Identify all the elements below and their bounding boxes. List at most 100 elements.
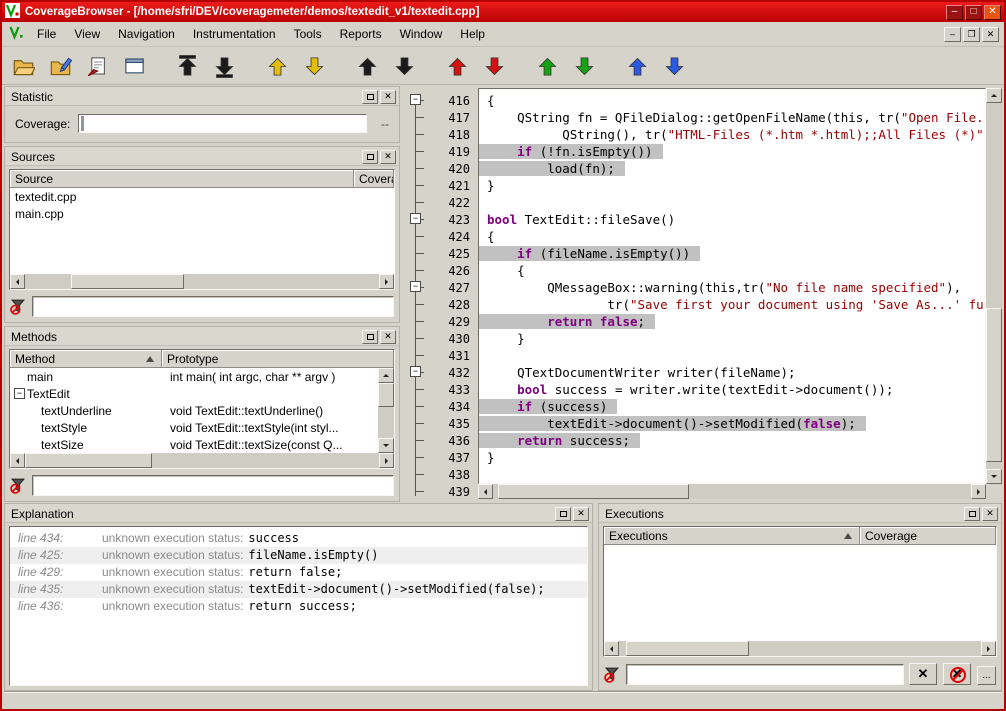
table-row[interactable]: textStylevoid TextEdit::textStyle(int st… <box>10 419 378 436</box>
explanation-dock-titlebar[interactable]: Explanation ✕ <box>5 504 592 523</box>
menu-view[interactable]: View <box>65 23 109 45</box>
column-header-method[interactable]: Method <box>10 350 162 368</box>
scroll-down-button[interactable] <box>986 469 1002 484</box>
methods-vscrollbar[interactable] <box>378 368 394 453</box>
table-row[interactable]: textUnderlinevoid TextEdit::textUnderlin… <box>10 402 378 419</box>
next-unexecuted-button[interactable] <box>479 51 509 81</box>
scroll-right-button[interactable] <box>379 274 394 289</box>
code-hscrollbar[interactable] <box>478 484 986 499</box>
scrollbar-track[interactable] <box>986 103 1002 469</box>
goto-last-button[interactable] <box>209 51 239 81</box>
code-line[interactable]: bool TextEdit::fileSave() <box>479 211 985 228</box>
dock-close-button[interactable]: ✕ <box>380 330 396 344</box>
code-line[interactable]: bool success = writer.write(textEdit->do… <box>479 381 985 398</box>
executions-hscrollbar[interactable] <box>604 641 996 656</box>
menu-window[interactable]: Window <box>391 23 452 45</box>
menu-reports[interactable]: Reports <box>331 23 391 45</box>
open-file-button[interactable] <box>8 51 38 81</box>
code-line[interactable]: QTextDocumentWriter writer(fileName); <box>479 364 985 381</box>
prev-unexecuted-button[interactable] <box>442 51 472 81</box>
scroll-right-button[interactable] <box>971 484 986 499</box>
table-row[interactable]: textSizevoid TextEdit::textSize(const Q.… <box>10 436 378 453</box>
next-executed-button[interactable] <box>569 51 599 81</box>
scroll-right-button[interactable] <box>981 641 996 656</box>
scrollbar-track[interactable] <box>378 383 394 438</box>
dock-close-button[interactable]: ✕ <box>982 507 998 521</box>
executions-filter-input[interactable] <box>626 664 904 685</box>
mdi-restore-button[interactable]: ❐ <box>963 27 980 42</box>
scrollbar-thumb[interactable] <box>986 308 1002 462</box>
code-line[interactable]: return success; <box>479 432 985 449</box>
code-line[interactable] <box>479 347 985 364</box>
new-window-button[interactable] <box>119 51 149 81</box>
column-header-executions[interactable]: Executions <box>604 527 860 545</box>
methods-dock-titlebar[interactable]: Methods ✕ <box>5 327 399 346</box>
table-row[interactable]: textedit.cpp <box>10 188 394 205</box>
sources-filter-input[interactable] <box>32 296 394 317</box>
methods-filter-input[interactable] <box>32 475 394 496</box>
code-line[interactable]: } <box>479 177 985 194</box>
next-marked-button[interactable] <box>659 51 689 81</box>
minimize-button[interactable]: – <box>946 5 963 20</box>
column-header-prototype[interactable]: Prototype <box>162 350 394 368</box>
code-line[interactable]: { <box>479 92 985 109</box>
code-line[interactable]: if (!fn.isEmpty()) <box>479 143 985 160</box>
scrollbar-thumb[interactable] <box>498 484 689 499</box>
prev-executed-button[interactable] <box>532 51 562 81</box>
mdi-close-button[interactable]: ✕ <box>982 27 999 42</box>
menu-help[interactable]: Help <box>451 23 494 45</box>
menu-navigation[interactable]: Navigation <box>109 23 184 45</box>
source-code-panel[interactable]: { QString fn = QFileDialog::getOpenFileN… <box>478 88 986 484</box>
scroll-left-button[interactable] <box>10 274 25 289</box>
column-header-coverage[interactable]: Coverage <box>354 170 394 188</box>
remove-filter-button[interactable]: ✕ <box>943 663 971 685</box>
prev-item-button[interactable] <box>352 51 382 81</box>
next-item-button[interactable] <box>389 51 419 81</box>
scrollbar-track[interactable] <box>25 274 379 289</box>
code-line[interactable]: textEdit->document()->setModified(false)… <box>479 415 985 432</box>
code-line[interactable]: } <box>479 330 985 347</box>
scroll-up-button[interactable] <box>378 368 394 383</box>
scroll-right-button[interactable] <box>379 453 394 468</box>
dock-float-button[interactable] <box>964 507 980 521</box>
table-row[interactable]: main.cpp <box>10 205 394 222</box>
document-icon[interactable] <box>9 25 24 43</box>
fold-collapse-icon[interactable] <box>410 366 421 377</box>
scrollbar-thumb[interactable] <box>378 383 394 407</box>
filter-options-button[interactable]: ... <box>977 666 996 685</box>
code-line[interactable]: return false; <box>479 313 985 330</box>
dock-close-button[interactable]: ✕ <box>380 150 396 164</box>
scrollbar-thumb[interactable] <box>71 274 184 289</box>
dock-float-button[interactable] <box>362 330 378 344</box>
fold-collapse-icon[interactable] <box>410 94 421 105</box>
scroll-left-button[interactable] <box>478 484 493 499</box>
dock-float-button[interactable] <box>362 90 378 104</box>
column-header-source[interactable]: Source <box>10 170 354 188</box>
goto-first-button[interactable] <box>172 51 202 81</box>
maximize-button[interactable]: □ <box>965 5 982 20</box>
scrollbar-track[interactable] <box>493 484 971 499</box>
methods-hscrollbar[interactable] <box>10 453 394 468</box>
sources-dock-titlebar[interactable]: Sources ✕ <box>5 147 399 166</box>
code-line[interactable]: load(fn); <box>479 160 985 177</box>
executions-dock-titlebar[interactable]: Executions ✕ <box>599 504 1001 523</box>
menu-tools[interactable]: Tools <box>285 23 331 45</box>
scrollbar-thumb[interactable] <box>626 641 749 656</box>
statistic-dock-titlebar[interactable]: Statistic ✕ <box>5 87 399 106</box>
menu-file[interactable]: File <box>28 23 65 45</box>
titlebar[interactable]: CoverageBrowser - [/home/sfri/DEV/covera… <box>2 2 1004 22</box>
import-button[interactable] <box>82 51 112 81</box>
code-line[interactable]: } <box>479 449 985 466</box>
mdi-minimize-button[interactable]: – <box>944 27 961 42</box>
next-modified-button[interactable] <box>299 51 329 81</box>
dock-close-button[interactable]: ✕ <box>380 90 396 104</box>
collapse-icon[interactable] <box>14 388 25 399</box>
close-button[interactable]: ✕ <box>984 5 1001 20</box>
table-row[interactable]: mainint main( int argc, char ** argv ) <box>10 368 378 385</box>
code-line[interactable]: { <box>479 262 985 279</box>
sources-hscrollbar[interactable] <box>10 274 394 289</box>
code-line[interactable] <box>479 466 985 483</box>
dock-float-button[interactable] <box>555 507 571 521</box>
prev-modified-button[interactable] <box>262 51 292 81</box>
code-vscrollbar[interactable] <box>986 88 1002 484</box>
